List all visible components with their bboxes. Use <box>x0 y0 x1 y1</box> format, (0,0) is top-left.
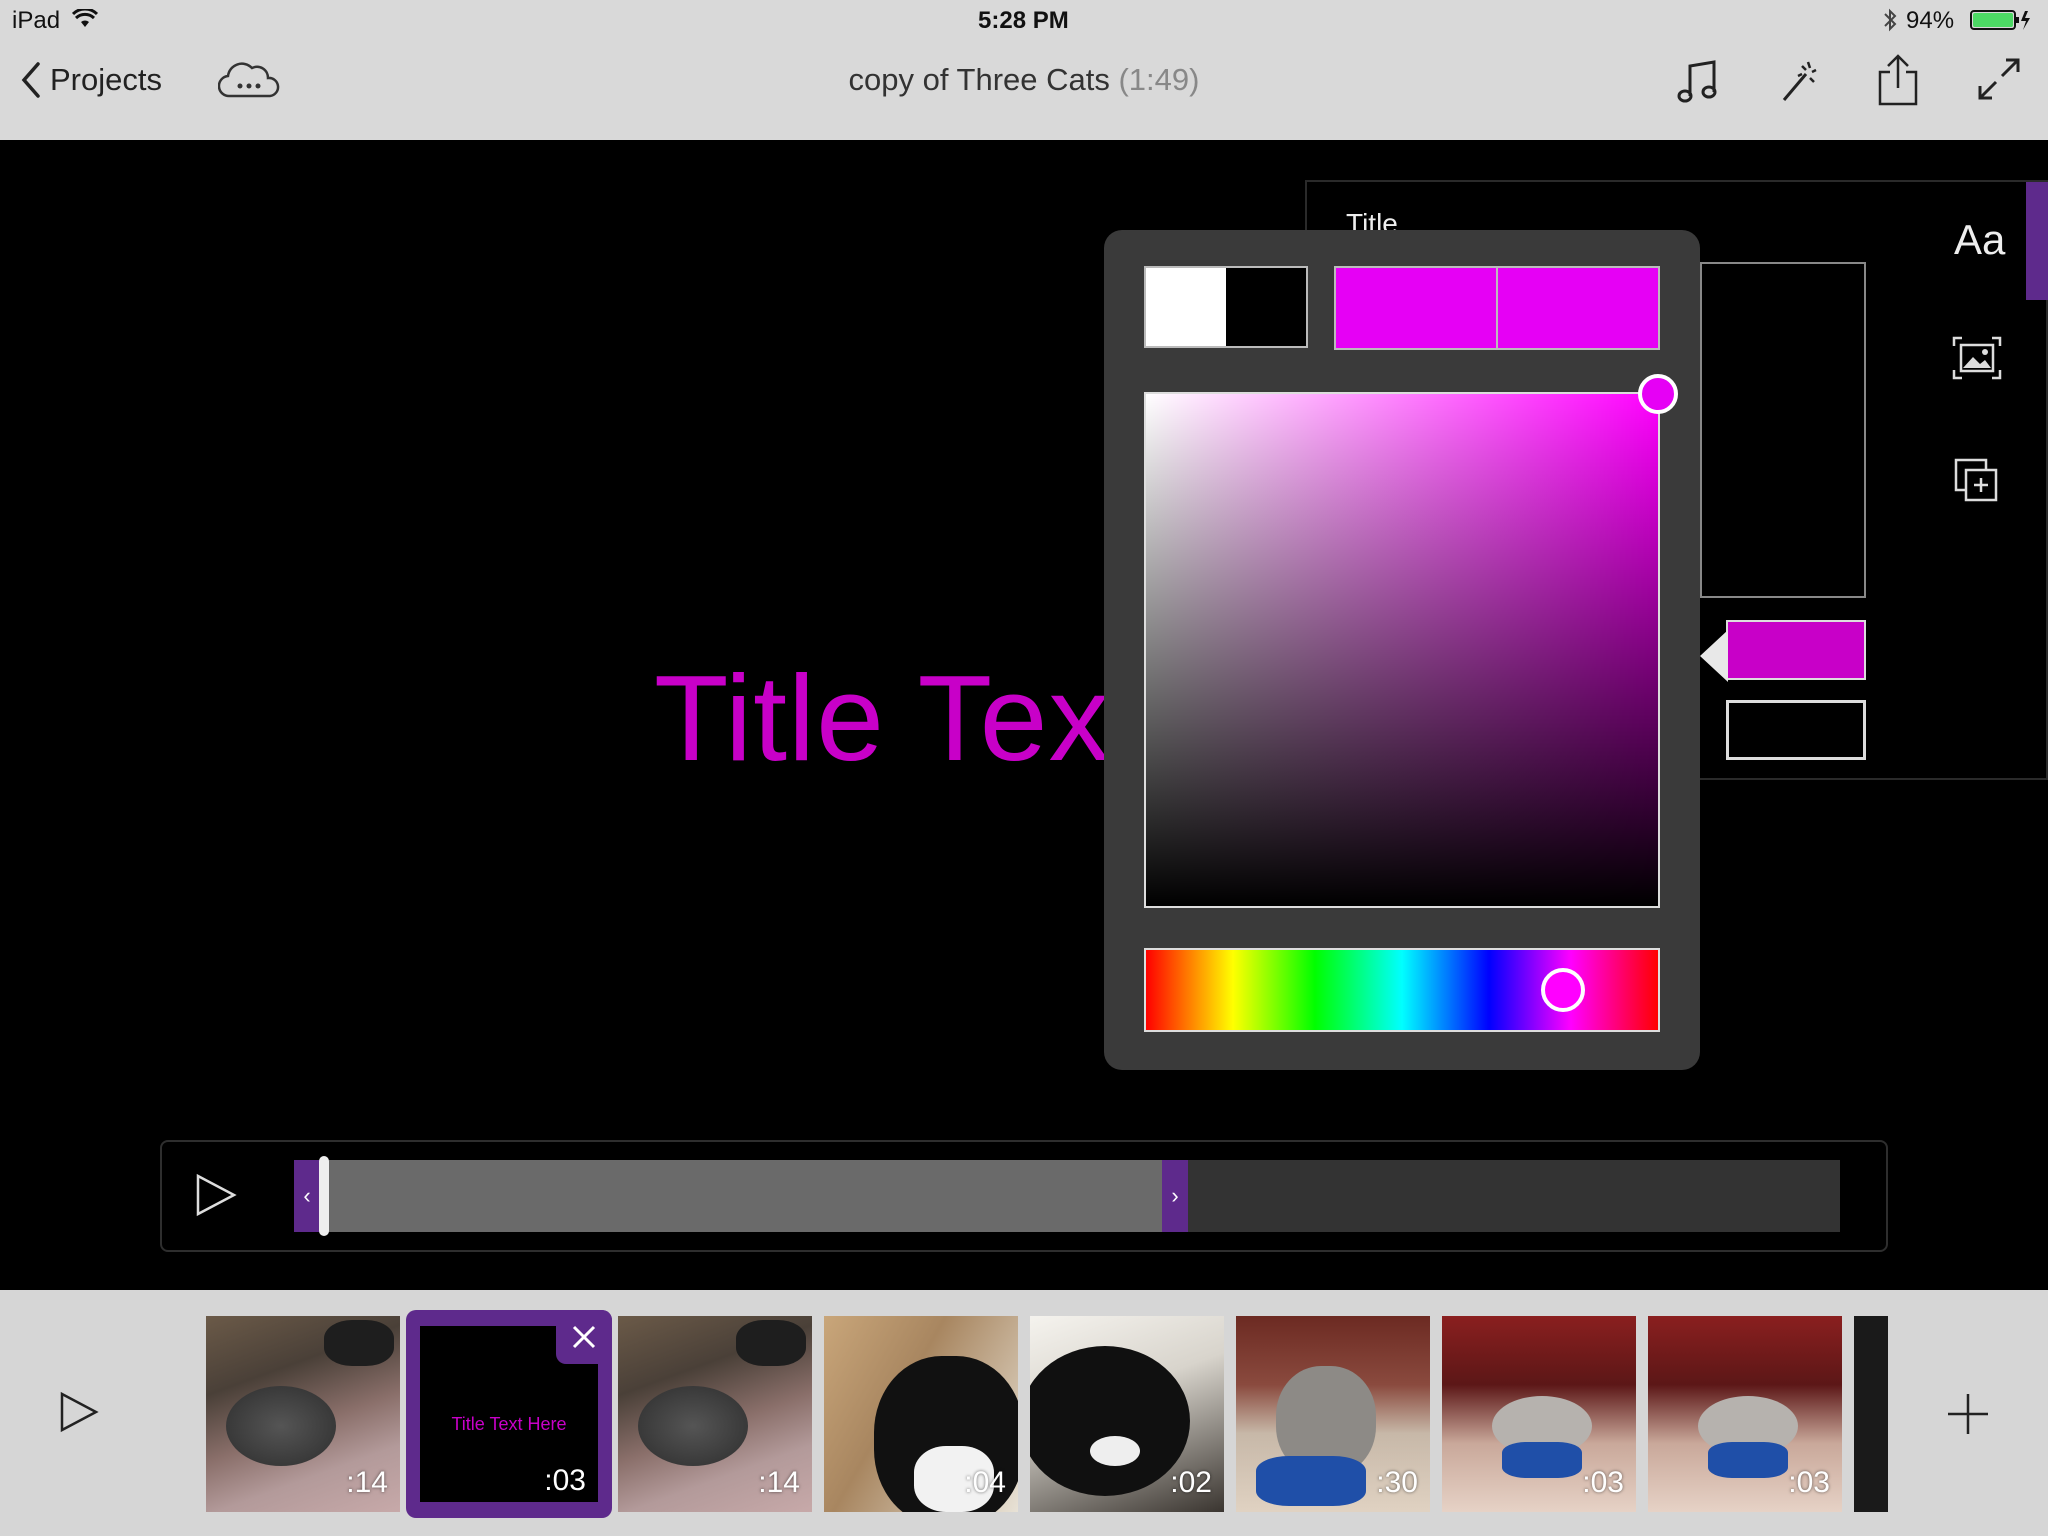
color-selector-knob[interactable] <box>1638 374 1678 414</box>
hue-slider-knob[interactable] <box>1541 968 1585 1012</box>
add-clip-icon[interactable] <box>1946 1392 1990 1436</box>
white-swatch[interactable] <box>1146 268 1226 346</box>
play-icon[interactable] <box>194 1172 238 1218</box>
clip-duration: :14 <box>346 1466 388 1499</box>
wifi-icon <box>72 9 98 29</box>
color-comparison <box>1334 266 1660 350</box>
clip-duration: :04 <box>964 1466 1006 1499</box>
clip-duration: :30 <box>1376 1466 1418 1499</box>
title-text-field[interactable] <box>1700 262 1866 598</box>
duplicate-icon[interactable] <box>1954 458 2000 504</box>
close-icon <box>571 1324 597 1350</box>
fullscreen-icon[interactable] <box>1976 56 2022 102</box>
black-swatch[interactable] <box>1226 268 1306 346</box>
clip-duration: :03 <box>544 1464 586 1497</box>
clip-thumbnail-5[interactable]: :02 <box>1030 1316 1224 1512</box>
clip-duration: :03 <box>1788 1466 1830 1499</box>
battery-icon <box>1970 9 2032 31</box>
panel-scroll-indicator[interactable] <box>2026 182 2048 300</box>
selected-title-clip[interactable]: Title Text Here :03 <box>406 1310 612 1518</box>
text-color-swatch[interactable] <box>1726 620 1866 680</box>
nav-bar: Projects copy of Three Cats (1:49) <box>0 40 2048 140</box>
magic-wand-icon[interactable] <box>1776 56 1824 104</box>
device-label: iPad <box>12 7 61 34</box>
status-bar: iPad 5:28 PM 94% <box>0 0 2048 40</box>
clip-thumbnail-6[interactable]: :30 <box>1236 1316 1430 1512</box>
battery-percent: 94% <box>1906 7 1955 34</box>
font-style-icon[interactable]: Aa <box>1954 216 2005 264</box>
project-title: copy of Three Cats (1:49) <box>0 62 2048 98</box>
clip-range[interactable] <box>294 1160 1188 1232</box>
clip-title-label: Title Text Here <box>451 1414 567 1434</box>
image-icon[interactable] <box>1952 336 2002 380</box>
previous-color-swatch[interactable] <box>1498 268 1658 348</box>
project-duration: (1:49) <box>1118 62 1200 97</box>
clip-duration: :02 <box>1170 1466 1212 1499</box>
popover-arrow <box>1700 630 1728 682</box>
preview-title-text[interactable]: Title Text <box>654 648 1145 788</box>
clip-thumbnail-1[interactable]: :14 <box>206 1316 400 1512</box>
bluetooth-icon <box>1882 8 1898 32</box>
saturation-brightness-field[interactable] <box>1144 392 1660 908</box>
clip-thumbnail-4[interactable]: :04 <box>824 1316 1018 1512</box>
clip-thumbnail-7[interactable]: :03 <box>1442 1316 1636 1512</box>
clip-thumbnail-3[interactable]: :14 <box>618 1316 812 1512</box>
trim-handle-right[interactable]: › <box>1162 1160 1188 1232</box>
clip-duration: :03 <box>1582 1466 1624 1499</box>
current-color-swatch[interactable] <box>1336 268 1498 348</box>
delete-clip-button[interactable] <box>556 1310 612 1364</box>
preset-swatches <box>1144 266 1308 348</box>
clip-thumbnail-8[interactable]: :03 <box>1648 1316 1842 1512</box>
clip-duration: :14 <box>758 1466 800 1499</box>
music-icon[interactable] <box>1674 58 1722 106</box>
share-icon[interactable] <box>1876 52 1920 108</box>
project-name: copy of Three Cats <box>848 62 1110 97</box>
clip-thumbnail-partial[interactable] <box>1854 1316 1888 1512</box>
play-all-icon[interactable] <box>58 1390 100 1434</box>
trim-handle-left[interactable]: ‹ <box>294 1160 320 1232</box>
clock: 5:28 PM <box>978 7 1069 34</box>
background-color-swatch[interactable] <box>1726 700 1866 760</box>
playhead[interactable] <box>319 1156 329 1236</box>
